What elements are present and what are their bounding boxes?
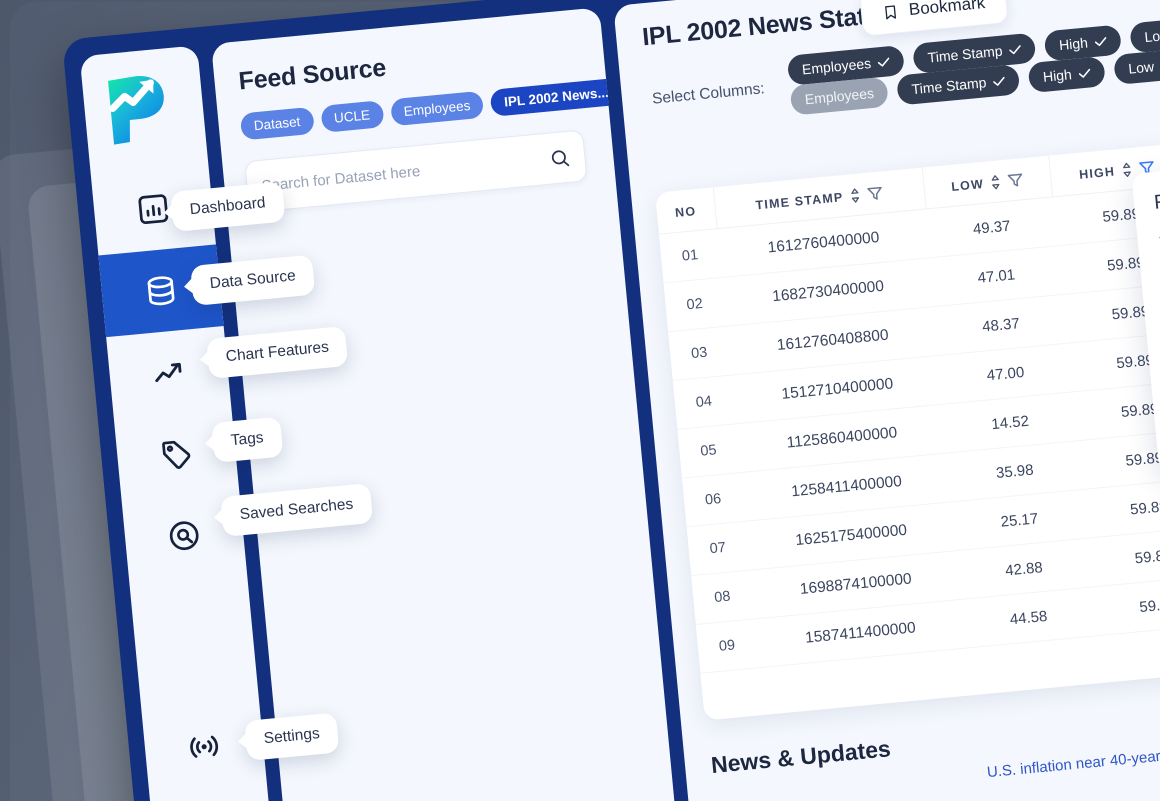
row-no: 08	[691, 570, 754, 625]
breadcrumb-item-employees[interactable]: Employees	[389, 90, 485, 127]
news-headline[interactable]: U.S. inflation near 40-year h	[986, 747, 1160, 782]
chip-label: Employees	[804, 84, 875, 108]
select-columns-label: Select Columns:	[651, 80, 766, 108]
header-label: LOW	[950, 176, 985, 194]
table-body: 01 1612760400000 49.37 59.89 02 1682730400000…	[658, 176, 1160, 674]
header-label: NO	[674, 203, 697, 220]
filter-popover-title: Filter wi	[1153, 186, 1160, 214]
breadcrumb-item-current[interactable]: IPL 2002 News...	[489, 77, 623, 117]
check-icon	[1094, 36, 1107, 46]
row-no: 04	[672, 375, 736, 430]
row-no: 01	[658, 228, 722, 283]
column-header-no[interactable]: NO	[655, 187, 717, 235]
filter-icon[interactable]	[1007, 172, 1024, 188]
sort-icon[interactable]	[1121, 162, 1132, 178]
check-icon	[1078, 68, 1091, 78]
bookmark-button[interactable]: Bookmark	[859, 0, 1009, 37]
column-chip-low-alt[interactable]: Low	[1113, 48, 1160, 86]
header-label: HIGH	[1078, 164, 1116, 182]
chip-label: Time Stamp	[910, 74, 988, 98]
chip-label: High	[1058, 34, 1089, 54]
search-input[interactable]	[260, 150, 551, 195]
search-bar[interactable]	[244, 129, 588, 214]
news-section-title: News & Updates	[709, 735, 892, 779]
row-no: 06	[681, 472, 745, 527]
check-icon	[878, 57, 890, 67]
search-icon[interactable]	[548, 146, 571, 169]
breadcrumb-item-dataset[interactable]: Dataset	[239, 106, 315, 141]
chip-label: Low	[1127, 58, 1155, 77]
tooltip-tags[interactable]: Tags	[211, 416, 284, 463]
row-no: 07	[686, 521, 749, 576]
chip-label: High	[1042, 66, 1073, 85]
row-low: 44.58	[962, 587, 1095, 648]
feed-source-panel: Feed Source Dataset UCLE Employees IPL 2…	[211, 7, 679, 801]
row-no: 05	[677, 423, 740, 479]
check-icon	[993, 76, 1005, 86]
row-no: 02	[663, 277, 726, 332]
data-table: NO TIME STAMP LOW HIGH 01 1612760400000 …	[655, 135, 1160, 674]
chip-label: Employees	[801, 55, 872, 78]
page-title: Feed Source	[237, 53, 388, 96]
chip-label: Low	[1143, 26, 1160, 46]
row-no: 03	[668, 326, 731, 381]
column-chip-high-alt[interactable]: High	[1027, 56, 1106, 94]
bookmark-icon	[885, 4, 897, 19]
main-panel: IPL 2002 News Stats Bookmark Select Colu…	[613, 0, 1160, 801]
data-table-card: NO TIME STAMP LOW HIGH 01 1612760400000 …	[655, 134, 1160, 721]
row-no: 09	[695, 618, 759, 674]
sort-icon[interactable]	[850, 188, 861, 204]
header-label: TIME STAMP	[754, 189, 844, 212]
screenshot-stage: Feed Source Dataset UCLE Employees IPL 2…	[0, 0, 1160, 801]
breadcrumb-item-ucle[interactable]: UCLE	[319, 100, 385, 133]
app-window: Feed Source Dataset UCLE Employees IPL 2…	[62, 0, 1160, 801]
column-chip-low[interactable]: Low	[1129, 16, 1160, 54]
check-icon	[1009, 44, 1021, 54]
chip-label: Time Stamp	[927, 42, 1004, 66]
dataset-title: IPL 2002 News Stats	[641, 1, 881, 52]
profittrack-logo[interactable]	[102, 70, 174, 148]
bookmark-label: Bookmark	[908, 0, 986, 20]
filter-icon[interactable]	[867, 185, 884, 201]
sort-icon[interactable]	[990, 174, 1001, 190]
